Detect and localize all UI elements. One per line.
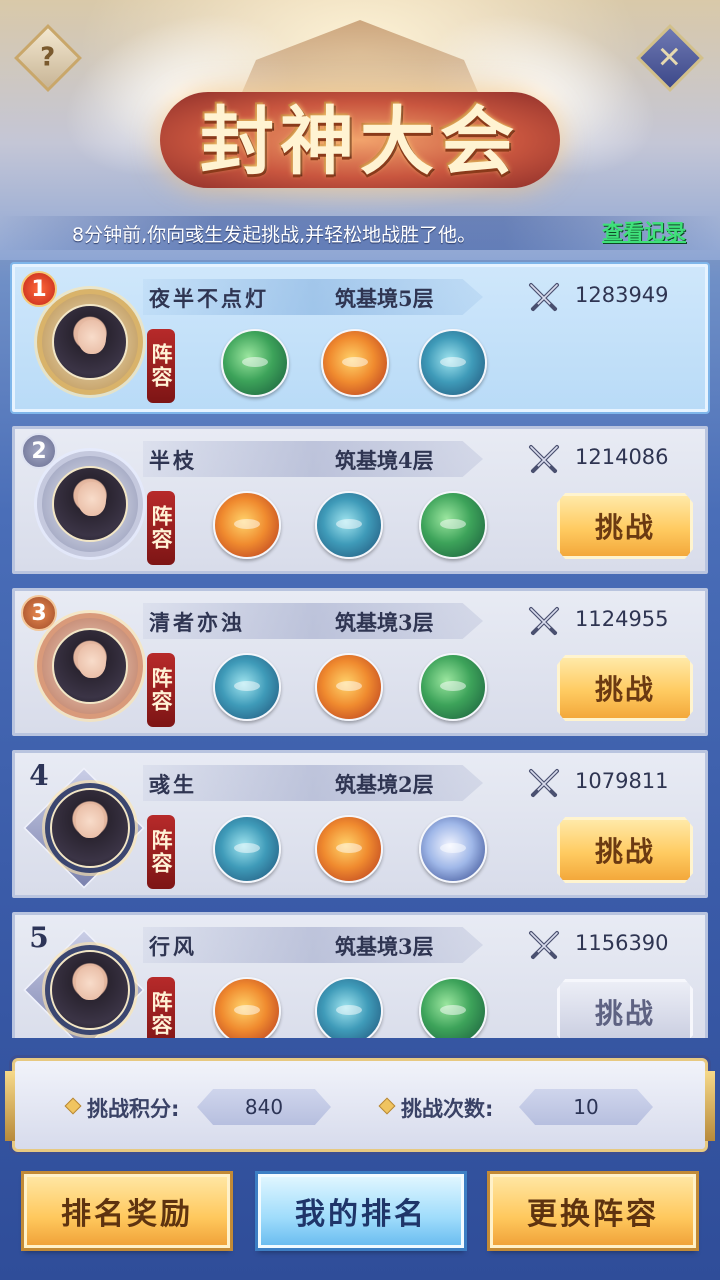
player-realm: 筑基境3层 [335,610,434,635]
avatar[interactable] [52,628,128,704]
diamond-icon [378,1097,396,1115]
combat-power: 1283949 [575,283,669,307]
pet-whale-blue-icon[interactable] [213,653,281,721]
lineup-tag: 阵容 [147,329,175,403]
player-name: 半枝 [149,448,197,473]
avatar-frame [45,783,135,873]
pet-dragon-gold-icon[interactable] [321,329,389,397]
pet-whale-blue-icon[interactable] [419,329,487,397]
rank-badge: 3 [21,595,57,631]
change-lineup-button[interactable]: 更换阵容 [490,1174,696,1248]
avatar-frame [37,289,143,395]
ranking-list[interactable]: 1 夜半不点灯 筑基境5层 1283949 阵容 2 半枝 筑基境4层 1214086 阵容 挑战 3… [0,262,720,1038]
player-name: 行风 [149,934,197,959]
avatar-frame [45,945,135,1035]
pet-dragon-green-icon[interactable] [419,653,487,721]
rank-badge: 1 [21,271,57,307]
lineup-tag: 阵容 [147,977,175,1038]
rank-badge: 4 [29,758,49,792]
ranking-row[interactable]: 3 清者亦浊 筑基境3层 1124955 阵容 挑战 [12,588,708,736]
ranking-row[interactable]: 5 行风 筑基境3层 1156390 阵容 挑战 [12,912,708,1038]
pet-dragon-gold-icon[interactable] [213,491,281,559]
avatar[interactable] [52,466,128,542]
close-icon: ✕ [657,40,683,76]
pet-dragon-gold-icon[interactable] [315,653,383,721]
player-realm: 筑基境2层 [335,772,434,797]
challenge-button[interactable]: 挑战 [557,493,693,559]
pet-whale-blue-icon[interactable] [213,815,281,883]
pet-dragon-green-icon[interactable] [419,491,487,559]
pet-dragon-gold-icon[interactable] [315,815,383,883]
avatar[interactable] [50,950,130,1030]
my-rank-button[interactable]: 我的排名 [258,1174,464,1248]
avatar-frame [37,451,143,557]
player-name: 彧生 [149,772,197,797]
player-name: 清者亦浊 [149,610,245,635]
crossed-swords-icon [527,929,561,963]
combat-power: 1124955 [575,607,669,631]
pet-dragon-green-icon[interactable] [221,329,289,397]
view-record-link[interactable]: 查看记录 [602,216,686,246]
lineup-tag: 阵容 [147,653,175,727]
challenge-button[interactable]: 挑战 [557,979,693,1038]
challenge-stats-panel: 挑战积分: 840 挑战次数: 10 [5,1058,715,1152]
challenge-points-label: 挑战积分: [87,1097,180,1121]
crossed-swords-icon [527,281,561,315]
combat-power: 1156390 [575,931,669,955]
ranking-row[interactable]: 4 彧生 筑基境2层 1079811 阵容 挑战 [12,750,708,898]
diamond-icon [64,1097,82,1115]
player-realm: 筑基境4层 [335,448,434,473]
player-realm: 筑基境3层 [335,934,434,959]
challenge-count-label: 挑战次数: [401,1097,494,1121]
rank-badge: 2 [21,433,57,469]
avatar[interactable] [52,304,128,380]
challenge-count-value: 10 [519,1089,653,1125]
pet-dragon-green-icon[interactable] [419,977,487,1038]
pet-whale-blue-icon[interactable] [315,491,383,559]
question-icon: ? [40,43,56,73]
challenge-button[interactable]: 挑战 [557,817,693,883]
pet-whale-blue-icon[interactable] [315,977,383,1038]
avatar-frame [37,613,143,719]
crossed-swords-icon [527,605,561,639]
ranking-row[interactable]: 2 半枝 筑基境4层 1214086 阵容 挑战 [12,426,708,574]
ranking-row[interactable]: 1 夜半不点灯 筑基境5层 1283949 阵容 [12,264,708,412]
battle-notice-text: 8分钟前,你向彧生发起挑战,并轻松地战胜了他。 [72,224,477,246]
pet-dragon-gold-icon[interactable] [213,977,281,1038]
avatar[interactable] [50,788,130,868]
combat-power: 1079811 [575,769,669,793]
crossed-swords-icon [527,443,561,477]
challenge-points-value: 840 [197,1089,331,1125]
rank-badge: 5 [29,920,49,954]
player-realm: 筑基境5层 [335,286,434,311]
page-title: 封神大会 [200,99,520,185]
lineup-tag: 阵容 [147,491,175,565]
rank-reward-button[interactable]: 排名奖励 [24,1174,230,1248]
lineup-tag: 阵容 [147,815,175,889]
pet-dragon-white-icon[interactable] [419,815,487,883]
crossed-swords-icon [527,767,561,801]
combat-power: 1214086 [575,445,669,469]
challenge-button[interactable]: 挑战 [557,655,693,721]
player-name: 夜半不点灯 [149,286,269,311]
